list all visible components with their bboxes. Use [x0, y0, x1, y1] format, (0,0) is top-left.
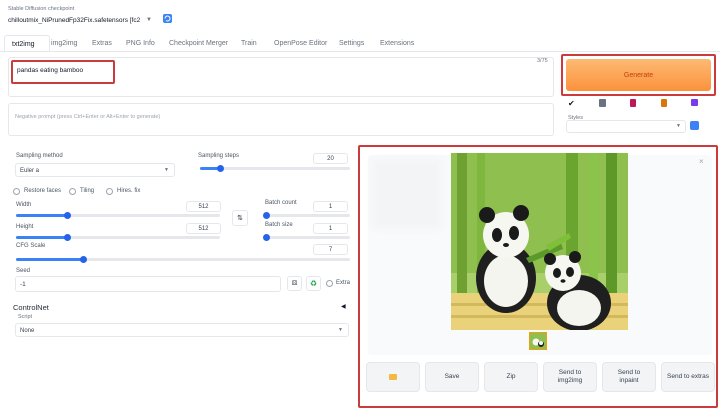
cfg-scale-slider[interactable] — [16, 256, 350, 263]
save-button[interactable]: Save — [425, 362, 479, 392]
trash-icon[interactable] — [599, 99, 607, 107]
notebook-icon[interactable] — [630, 99, 637, 107]
tab-settings[interactable]: Settings — [339, 40, 364, 47]
reuse-seed-button[interactable]: ♻ — [306, 276, 321, 291]
batch-size-label: Batch size — [265, 222, 293, 228]
hires-fix-label: Hires. fix — [117, 188, 141, 194]
tab-checkpoint-merger[interactable]: Checkpoint Merger — [169, 40, 228, 47]
controlnet-header[interactable]: ControlNet — [13, 303, 49, 312]
height-label: Height — [16, 224, 34, 230]
send-to-img2img-button[interactable]: Send to img2img — [543, 362, 597, 392]
batch-count-label: Batch count — [265, 200, 297, 206]
tab-label: txt2img — [12, 41, 35, 48]
height-slider[interactable] — [16, 234, 220, 241]
chevron-down-icon: ▼ — [676, 123, 681, 129]
negative-prompt-input[interactable]: Negative prompt (press Ctrl+Enter or Alt… — [8, 103, 554, 136]
recycle-icon: ♻ — [309, 279, 318, 288]
height-fill — [16, 236, 67, 239]
cfg-scale-label: CFG Scale — [16, 243, 46, 249]
prompt-input[interactable]: pandas eating bamboo — [17, 67, 83, 74]
close-icon[interactable]: × — [699, 157, 704, 166]
sampling-method-select[interactable]: Euler a ▼ — [15, 163, 175, 177]
cfg-scale-handle[interactable] — [79, 256, 87, 263]
chevron-down-icon: ▼ — [338, 327, 343, 333]
seed-label: Seed — [16, 268, 31, 274]
width-handle[interactable] — [64, 212, 71, 219]
swap-dimensions-button[interactable]: ⇅ — [232, 210, 248, 226]
batch-count-input[interactable]: 1 — [313, 201, 348, 212]
chevron-down-icon: ▼ — [146, 17, 152, 23]
image-thumbnail[interactable] — [529, 332, 547, 350]
batch-count-slider[interactable] — [263, 212, 350, 219]
refresh-checkpoint-icon[interactable] — [163, 14, 172, 23]
chevron-down-icon: ▼ — [164, 167, 169, 173]
script-label: Script — [18, 314, 33, 320]
sampling-method-label: Sampling method — [16, 153, 63, 159]
token-counter: 3/75 — [537, 58, 548, 64]
send-to-extras-button[interactable]: Send to extras — [661, 362, 715, 392]
dice-icon: ⚄ — [291, 281, 298, 287]
extra-seed-label: Extra — [336, 280, 351, 286]
generate-button[interactable]: Generate — [566, 59, 711, 91]
tab-openpose-editor[interactable]: OpenPose Editor — [274, 40, 327, 47]
generated-image[interactable] — [451, 153, 628, 331]
open-folder-button[interactable] — [366, 362, 420, 392]
tab-divider — [0, 51, 720, 52]
batch-size-slider[interactable] — [263, 234, 350, 241]
prompt-tools: ✔ — [568, 99, 698, 111]
swap-arrows-icon: ⇅ — [237, 215, 243, 222]
tab-extras[interactable]: Extras — [92, 40, 112, 47]
height-input[interactable]: 512 — [186, 223, 221, 234]
width-label: Width — [16, 202, 32, 208]
negative-placeholder: Negative prompt (press Ctrl+Enter or Alt… — [15, 114, 161, 120]
tab-txt2img[interactable]: txt2img — [4, 35, 50, 51]
sampling-steps-handle[interactable] — [216, 165, 224, 172]
tiling-checkbox[interactable] — [69, 188, 76, 195]
seed-value: -1 — [20, 281, 26, 288]
restore-faces-label: Restore faces — [24, 188, 62, 194]
send-to-inpaint-button[interactable]: Send to inpaint — [602, 362, 656, 392]
tiling-label: Tiling — [80, 188, 95, 194]
clipboard-icon[interactable] — [660, 99, 667, 107]
batch-size-handle[interactable] — [263, 234, 270, 241]
zip-button[interactable]: Zip — [484, 362, 538, 392]
tab-png-info[interactable]: PNG Info — [126, 40, 155, 47]
styles-dropdown[interactable]: ▼ — [566, 120, 686, 133]
generate-label: Generate — [623, 71, 654, 79]
random-seed-button[interactable]: ⚄ — [287, 276, 302, 291]
batch-size-input[interactable]: 1 — [313, 223, 348, 234]
cfg-scale-input[interactable]: 7 — [313, 244, 348, 255]
extra-seed-checkbox[interactable] — [326, 280, 333, 287]
tab-train[interactable]: Train — [241, 40, 257, 47]
checkpoint-value: chilloutmix_NiPrunedFp32Fix.safetensors … — [8, 16, 140, 24]
folder-icon — [389, 374, 397, 380]
sampling-steps-label: Sampling steps — [198, 153, 240, 159]
sampling-steps-input[interactable]: 20 — [313, 153, 348, 164]
checkpoint-select[interactable]: chilloutmix_NiPrunedFp32Fix.safetensors … — [8, 14, 156, 26]
restore-faces-checkbox[interactable] — [13, 188, 20, 195]
collapse-triangle-icon[interactable]: ◀ — [341, 303, 346, 310]
gallery-placeholder — [372, 159, 442, 229]
refresh-styles-icon[interactable] — [690, 121, 699, 130]
script-value: None — [20, 328, 35, 334]
tab-extensions[interactable]: Extensions — [380, 40, 414, 47]
width-input[interactable]: 512 — [186, 201, 221, 212]
width-fill — [16, 214, 67, 217]
height-handle[interactable] — [64, 234, 71, 241]
checkmark-icon[interactable]: ✔ — [568, 99, 575, 111]
seed-input[interactable]: -1 — [15, 276, 281, 292]
sampling-method-value: Euler a — [20, 168, 40, 174]
generate-highlight: Generate — [561, 54, 716, 96]
batch-count-handle[interactable] — [263, 212, 270, 219]
save-style-icon[interactable] — [690, 99, 698, 106]
width-slider[interactable] — [16, 212, 220, 219]
script-select[interactable]: None ▼ — [15, 323, 349, 337]
output-panel: × Save Zip Send to img2img Send to inpai… — [358, 145, 718, 408]
checkpoint-label: Stable Diffusion checkpoint — [8, 6, 75, 12]
sampling-steps-slider[interactable] — [200, 165, 350, 172]
tab-img2img[interactable]: img2img — [51, 40, 77, 47]
hires-fix-checkbox[interactable] — [106, 188, 113, 195]
cfg-scale-fill — [16, 258, 83, 261]
